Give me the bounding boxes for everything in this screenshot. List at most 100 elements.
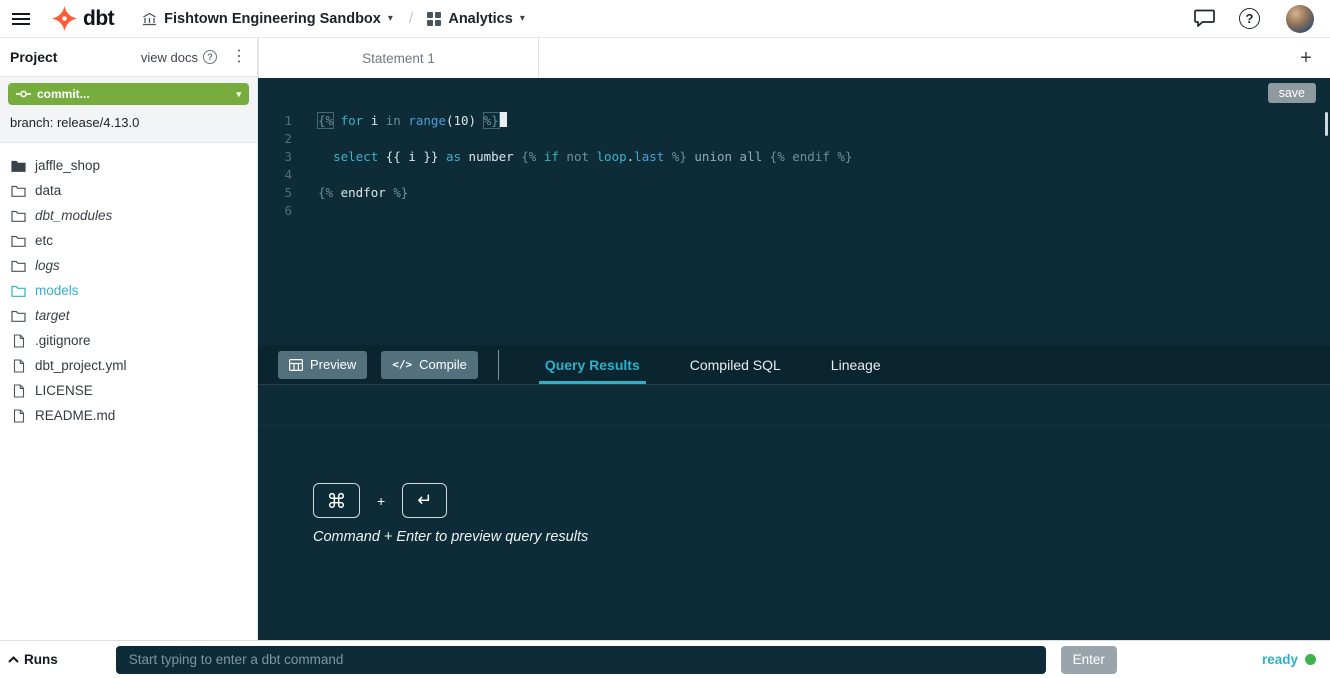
toolbar-divider [498, 350, 499, 380]
keyboard-shortcut-hint: ⌘ + ↵ [313, 483, 447, 518]
status-dot-icon [1305, 654, 1316, 665]
tree-item-label: dbt_modules [35, 208, 112, 223]
tree-item-label: models [35, 283, 79, 298]
line-number: 4 [258, 166, 292, 184]
help-icon[interactable]: ? [1239, 8, 1260, 29]
results-toolbar: Preview </> Compile Query Results Compile… [258, 345, 1330, 385]
folder-icon [11, 285, 26, 297]
tab-query-results[interactable]: Query Results [539, 345, 646, 384]
chevron-up-icon [8, 656, 19, 663]
tab-compiled-sql[interactable]: Compiled SQL [684, 345, 787, 384]
tree-item-label: .gitignore [35, 333, 91, 348]
preview-button[interactable]: Preview [278, 351, 367, 379]
file-tree: jaffle_shopdata dbt_modulesetc logs models t… [0, 143, 257, 428]
grid-icon [427, 12, 441, 26]
dbt-logo[interactable]: dbt [52, 6, 114, 31]
editor-scrollbar[interactable] [1325, 112, 1328, 136]
project-switcher[interactable]: Analytics ▾ [427, 11, 525, 27]
file-icon [11, 409, 26, 423]
code-line[interactable]: 3 select {{ i }} as number {% if not loo… [258, 148, 1330, 166]
tree-item-label: jaffle_shop [35, 158, 100, 173]
code-editor[interactable]: save 1{% for i in range(10) %}23 select … [258, 78, 1330, 345]
tree-item-jaffle-shop[interactable]: jaffle_shop [0, 153, 257, 178]
file-icon [11, 384, 26, 398]
command-key-icon: ⌘ [313, 483, 360, 518]
building-icon [142, 12, 157, 26]
tree-item-etc[interactable]: etc [0, 228, 257, 253]
plus-separator: + [377, 493, 385, 509]
chevron-down-icon: ▾ [236, 89, 241, 100]
tree-item-label: README.md [35, 408, 115, 423]
line-number: 6 [258, 202, 292, 220]
project-header-row: Project view docs ? ⋮ [0, 38, 257, 77]
enter-button[interactable]: Enter [1061, 646, 1117, 674]
tree-item-gitignore[interactable]: .gitignore [0, 328, 257, 353]
tree-item-target[interactable]: target [0, 303, 257, 328]
code-line[interactable]: 5{% endfor %} [258, 184, 1330, 202]
source-control-area: commit... ▾ branch: release/4.13.0 [0, 77, 257, 143]
status-label: ready [1262, 652, 1298, 667]
line-number: 2 [258, 130, 292, 148]
code-area[interactable]: 1{% for i in range(10) %}23 select {{ i … [258, 78, 1330, 220]
sidebar-title: Project [10, 49, 57, 65]
code-text: select {{ i }} as number {% if not loop.… [292, 148, 852, 166]
panel-tabs: Query Results Compiled SQL Lineage [539, 345, 887, 384]
compile-button[interactable]: </> Compile [381, 351, 478, 379]
commit-button[interactable]: commit... ▾ [8, 83, 249, 105]
folder-icon [11, 160, 26, 172]
folder-icon [11, 235, 26, 247]
tree-item-license[interactable]: LICENSE [0, 378, 257, 403]
tree-item-readme-md[interactable]: README.md [0, 403, 257, 428]
org-switcher[interactable]: Fishtown Engineering Sandbox ▾ [142, 11, 393, 27]
tree-item-data[interactable]: data [0, 178, 257, 203]
tree-item-models[interactable]: models [0, 278, 257, 303]
sidebar: Project view docs ? ⋮ commit... ▾ branch… [0, 38, 258, 640]
chevron-down-icon: ▾ [520, 13, 525, 24]
code-text [292, 166, 318, 184]
folder-icon [11, 210, 26, 222]
query-results-pane: ⌘ + ↵ Command + Enter to preview query r… [258, 385, 1330, 640]
tab-lineage[interactable]: Lineage [825, 345, 887, 384]
line-number: 3 [258, 148, 292, 166]
folder-icon [11, 185, 26, 197]
tree-item-logs[interactable]: logs [0, 253, 257, 278]
tree-item-label: etc [35, 233, 53, 248]
tree-item-dbt-project-yml[interactable]: dbt_project.yml [0, 353, 257, 378]
tree-item-label: data [35, 183, 61, 198]
add-tab-icon[interactable]: + [1292, 38, 1320, 78]
tree-item-label: dbt_project.yml [35, 358, 127, 373]
runs-label: Runs [24, 652, 58, 667]
menu-icon[interactable] [12, 12, 30, 26]
code-line[interactable]: 4 [258, 166, 1330, 184]
table-icon [289, 359, 303, 371]
code-line[interactable]: 6 [258, 202, 1330, 220]
tree-item-dbt-modules[interactable]: dbt_modules [0, 203, 257, 228]
code-line[interactable]: 1{% for i in range(10) %} [258, 112, 1330, 130]
text-cursor [499, 112, 507, 127]
status-indicator: ready [1262, 652, 1316, 667]
breadcrumb-separator: / [409, 10, 413, 28]
tree-item-label: LICENSE [35, 383, 93, 398]
avatar[interactable] [1286, 5, 1314, 33]
compile-label: Compile [419, 357, 467, 372]
tab-statement-1[interactable]: Statement 1 [258, 38, 539, 78]
dbt-wordmark: dbt [83, 7, 114, 31]
tree-item-label: logs [35, 258, 60, 273]
kebab-menu-icon[interactable]: ⋮ [231, 49, 247, 65]
line-number: 1 [258, 112, 292, 130]
file-icon [11, 334, 26, 348]
enter-key-icon: ↵ [402, 483, 447, 518]
folder-icon [11, 260, 26, 272]
commit-label: commit... [37, 87, 90, 101]
file-icon [11, 359, 26, 373]
preview-hint-text: Command + Enter to preview query results [313, 529, 588, 545]
save-button[interactable]: save [1268, 83, 1316, 103]
branch-label: branch: release/4.13.0 [8, 105, 249, 142]
command-bar: Runs Enter ready [0, 640, 1330, 678]
command-input[interactable] [116, 646, 1046, 674]
view-docs-link[interactable]: view docs ? [141, 50, 217, 65]
runs-toggle[interactable]: Runs [8, 652, 58, 667]
editor-tabbar: Statement 1 + [258, 38, 1330, 78]
chat-icon[interactable] [1194, 9, 1215, 28]
code-line[interactable]: 2 [258, 130, 1330, 148]
